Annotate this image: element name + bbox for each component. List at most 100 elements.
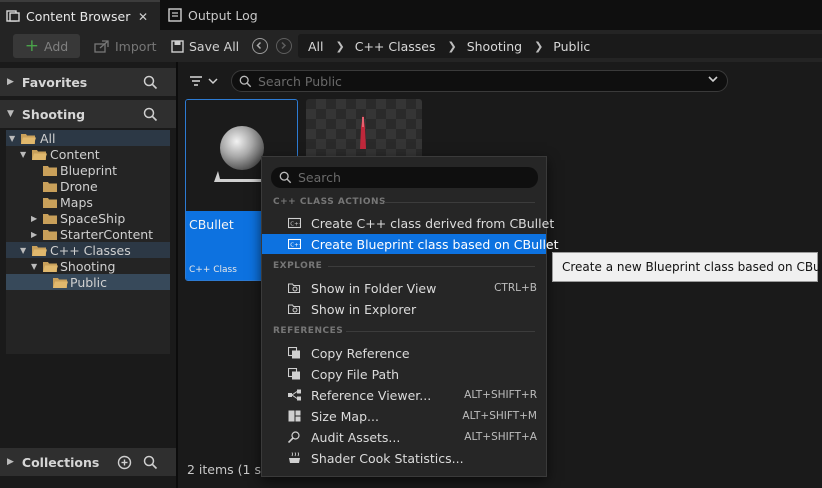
tree-item-all[interactable]: ▼ All	[6, 130, 170, 146]
search-icon[interactable]	[143, 107, 158, 122]
tree-item-content[interactable]: ▼ Content	[6, 146, 170, 162]
back-icon[interactable]	[252, 38, 268, 54]
asset-name: CBullet	[189, 217, 234, 232]
tree-item-label: C++ Classes	[50, 242, 131, 258]
copy-icon	[288, 347, 300, 359]
tab-content-browser[interactable]: Content Browser ✕	[0, 0, 160, 30]
breadcrumb: All ❯ C++ Classes ❯ Shooting ❯ Public	[298, 34, 822, 58]
breadcrumb-all[interactable]: All	[298, 39, 324, 54]
add-icon: +	[24, 35, 40, 56]
folder-icon	[43, 262, 58, 272]
menu-item-create-blueprint-class[interactable]: C++ Create Blueprint class based on CBul…	[262, 234, 559, 254]
tree-item-label: StarterContent	[60, 226, 154, 242]
chevron-right-icon[interactable]: ▶	[31, 230, 37, 239]
item-count-status: 2 items (1 se	[187, 462, 269, 477]
menu-item-label: Reference Viewer...	[311, 387, 432, 403]
chevron-down-icon[interactable]	[707, 73, 719, 88]
filter-icon[interactable]	[188, 72, 224, 92]
cooking-pot-icon	[289, 452, 300, 463]
folder-icon	[43, 230, 57, 240]
save-all-button[interactable]: Save All	[171, 34, 239, 58]
section-class-actions: C++ CLASS ACTIONS	[273, 197, 387, 207]
tree-item-drone[interactable]: Drone	[6, 178, 170, 194]
import-label: Import	[115, 38, 157, 54]
tree-item-spaceship[interactable]: ▶ SpaceShip	[6, 210, 170, 226]
breadcrumb-cpp-classes[interactable]: C++ Classes	[345, 39, 436, 54]
tab-bar: Content Browser ✕ Output Log	[0, 0, 822, 30]
breadcrumb-shooting[interactable]: Shooting	[457, 39, 522, 54]
menu-item-shortcut: ALT+SHIFT+A	[464, 431, 537, 443]
tree-item-blueprint[interactable]: Blueprint	[6, 162, 170, 178]
size-map-icon	[288, 410, 301, 422]
chevron-down-icon[interactable]: ▼	[20, 150, 26, 159]
menu-item-label: Show in Folder View	[311, 280, 437, 296]
menu-item-create-cpp-class[interactable]: C++ Create C++ class derived from CBulle…	[262, 213, 554, 233]
asset-search-input[interactable]: Search Public	[231, 70, 728, 92]
tab-output-log[interactable]: Output Log	[162, 0, 302, 30]
asset-tile-second[interactable]	[306, 99, 422, 159]
tree-item-label: All	[40, 130, 56, 146]
chevron-right-icon[interactable]: ▶	[31, 214, 37, 223]
save-all-label: Save All	[189, 38, 240, 54]
tree-item-startercontent[interactable]: ▶ StarterContent	[6, 226, 170, 242]
folder-icon	[43, 214, 57, 224]
folder-search-icon	[288, 304, 301, 315]
collections-label: Collections	[21, 454, 100, 470]
folder-search-icon	[288, 283, 301, 294]
menu-item-shortcut: CTRL+B	[494, 282, 537, 294]
tree-item-cpp-classes[interactable]: ▼ C++ Classes	[6, 242, 170, 258]
menu-item-label: Create Blueprint class based on CBullet	[311, 236, 559, 252]
tab-label: Content Browser	[26, 8, 131, 24]
audit-icon	[288, 431, 300, 443]
menu-item-label: Copy File Path	[311, 366, 400, 382]
tree-item-label: Blueprint	[60, 162, 118, 178]
collections-header[interactable]: ▶ Collections	[0, 448, 176, 476]
favorites-header[interactable]: ▶ Favorites	[0, 68, 176, 96]
chevron-down-icon[interactable]: ▼	[20, 246, 26, 255]
chevron-down-icon: ▼	[7, 109, 14, 119]
menu-item-label: Shader Cook Statistics...	[311, 450, 464, 466]
menu-item-show-in-explorer[interactable]: Show in Explorer	[262, 299, 546, 319]
breadcrumb-public[interactable]: Public	[543, 39, 590, 54]
add-collection-icon[interactable]	[117, 455, 132, 470]
search-icon[interactable]	[143, 455, 158, 470]
breadcrumb-separator[interactable]: ❯	[435, 40, 456, 53]
context-menu-search-input[interactable]: Search	[271, 167, 538, 188]
add-button[interactable]: + Add	[13, 34, 80, 58]
folder-icon	[43, 182, 57, 192]
forward-icon[interactable]	[276, 38, 292, 54]
menu-item-size-map[interactable]: Size Map... ALT+SHIFT+M	[262, 406, 546, 426]
chevron-down-icon[interactable]: ▼	[31, 262, 37, 271]
chevron-down-icon[interactable]: ▼	[9, 134, 15, 143]
menu-item-shader-cook-statistics[interactable]: Shader Cook Statistics...	[262, 448, 546, 468]
section-divider	[328, 266, 535, 267]
tree-item-label: Shooting	[60, 258, 116, 274]
menu-item-copy-file-path[interactable]: Copy File Path	[262, 364, 546, 384]
menu-item-reference-viewer[interactable]: Reference Viewer... ALT+SHIFT+R	[262, 385, 546, 405]
content-browser-icon	[6, 10, 20, 22]
folder-icon	[32, 246, 47, 256]
tree-item-public[interactable]: Public	[6, 274, 170, 290]
menu-item-label: Audit Assets...	[311, 429, 401, 445]
tree-item-label: Maps	[60, 194, 93, 210]
menu-item-copy-reference[interactable]: Copy Reference	[262, 343, 546, 363]
breadcrumb-separator[interactable]: ❯	[324, 40, 345, 53]
asset-thumbnail	[360, 115, 366, 149]
search-icon[interactable]	[143, 75, 158, 90]
tree-item-label: SpaceShip	[60, 210, 126, 226]
asset-type: C++ Class	[189, 265, 237, 275]
favorites-label: Favorites	[21, 74, 88, 90]
sources-panel: ▶ Favorites ▼ Shooting ▼ All ▼ Content B…	[0, 62, 176, 488]
tree-item-maps[interactable]: Maps	[6, 194, 170, 210]
menu-item-audit-assets[interactable]: Audit Assets... ALT+SHIFT+A	[262, 427, 546, 447]
menu-item-shortcut: ALT+SHIFT+R	[464, 389, 537, 401]
menu-item-show-in-folder-view[interactable]: Show in Folder View CTRL+B	[262, 278, 546, 298]
copy-icon	[288, 368, 300, 380]
chevron-right-icon: ▶	[7, 77, 14, 87]
close-icon[interactable]: ✕	[138, 10, 148, 24]
breadcrumb-separator[interactable]: ❯	[522, 40, 543, 53]
folder-icon	[21, 134, 36, 144]
import-button[interactable]: Import	[94, 34, 157, 58]
project-header[interactable]: ▼ Shooting	[0, 100, 176, 128]
tree-item-shooting[interactable]: ▼ Shooting	[6, 258, 170, 274]
